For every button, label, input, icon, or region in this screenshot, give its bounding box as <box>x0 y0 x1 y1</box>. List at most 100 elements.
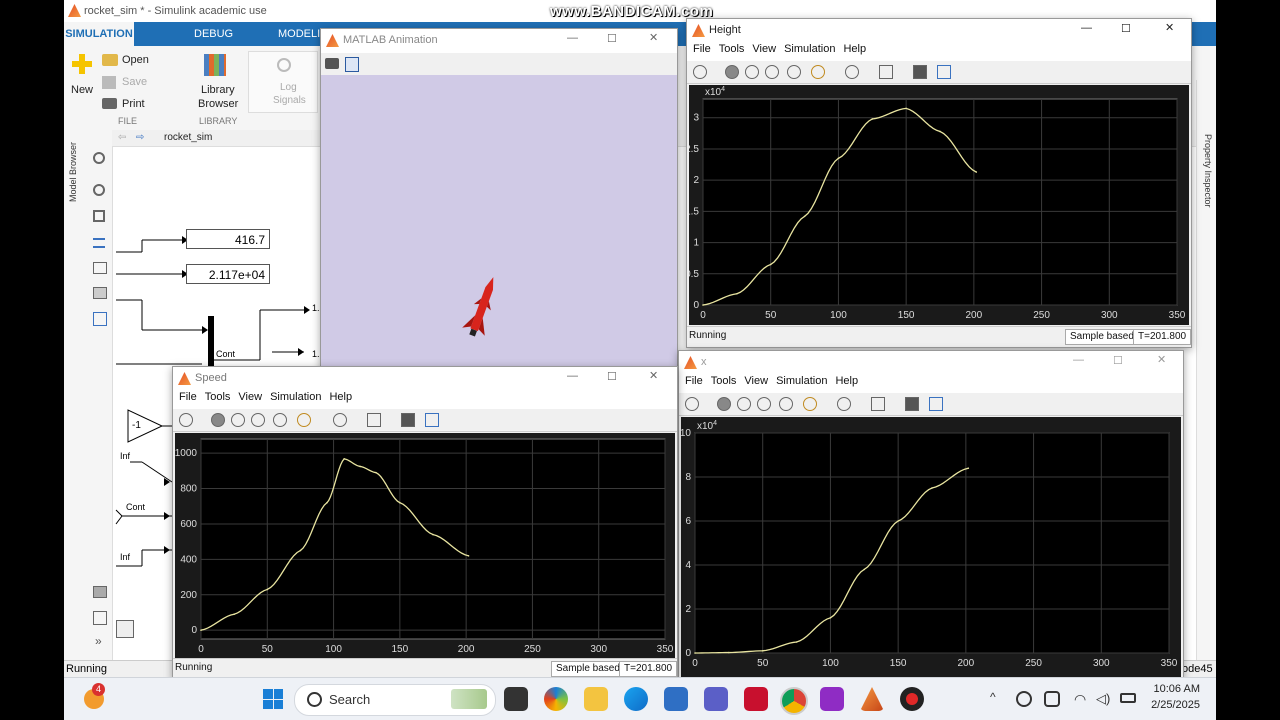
solver-label[interactable]: ode45 <box>1182 663 1213 675</box>
minimize-icon[interactable]: — <box>567 32 578 44</box>
image-icon[interactable] <box>93 287 107 299</box>
zoom-icon[interactable] <box>845 65 859 79</box>
annotation-icon[interactable] <box>93 262 107 274</box>
tab-simulation[interactable]: SIMULATION <box>64 22 134 46</box>
menu-simulation[interactable]: Simulation <box>784 43 835 55</box>
close-icon[interactable]: ✕ <box>649 369 658 382</box>
menu-file[interactable]: File <box>693 43 711 55</box>
back-arrow-icon[interactable]: ⇦ <box>118 132 126 143</box>
menu-view[interactable]: View <box>752 43 776 55</box>
highlight-icon[interactable] <box>297 413 311 427</box>
pause-icon[interactable] <box>737 397 751 411</box>
chrome-icon[interactable] <box>780 687 808 715</box>
measure-icon[interactable] <box>425 413 439 427</box>
copilot-icon[interactable] <box>544 687 568 711</box>
menu-tools[interactable]: Tools <box>711 375 737 387</box>
bandicam-icon[interactable] <box>900 687 924 711</box>
trigger-icon[interactable] <box>333 413 347 427</box>
close-icon[interactable]: ✕ <box>649 31 658 44</box>
breadcrumb[interactable]: rocket_sim <box>164 132 212 143</box>
minimize-icon[interactable]: — <box>1073 354 1084 366</box>
print-button[interactable]: Print <box>122 98 145 110</box>
store-icon[interactable] <box>664 687 688 711</box>
task-view-icon[interactable] <box>504 687 528 711</box>
new-icon[interactable] <box>72 54 92 74</box>
height-plot-area[interactable]: 0 50 100 150 200 250 300 350 0 0.5 1 1.5 2 2.5 3 x104 <box>689 85 1189 325</box>
open-button[interactable]: Open <box>122 54 149 66</box>
model-browser-tab[interactable]: Model Browser <box>68 136 80 202</box>
step-back-icon[interactable] <box>717 397 731 411</box>
menu-simulation[interactable]: Simulation <box>776 375 827 387</box>
clock-time[interactable]: 10:06 AM <box>1148 683 1200 695</box>
menu-file[interactable]: File <box>179 391 197 403</box>
maximize-icon[interactable]: ☐ <box>607 370 617 383</box>
fit-view-icon[interactable] <box>93 210 105 222</box>
menu-view[interactable]: View <box>744 375 768 387</box>
highlight-icon[interactable] <box>803 397 817 411</box>
forward-arrow-icon[interactable]: ⇨ <box>136 132 144 143</box>
file-explorer-icon[interactable] <box>584 687 608 711</box>
library-browser-icon[interactable] <box>204 54 226 76</box>
menu-simulation[interactable]: Simulation <box>270 391 321 403</box>
autoscale-icon[interactable] <box>871 397 885 411</box>
step-forward-icon[interactable] <box>765 65 779 79</box>
close-icon[interactable]: ✕ <box>1165 21 1174 34</box>
hide-show-icon[interactable] <box>93 152 105 164</box>
library-label-1[interactable]: Library <box>201 84 235 96</box>
mcafee-icon[interactable] <box>744 687 768 711</box>
property-inspector-tab[interactable]: Property Inspector <box>1201 134 1213 234</box>
measure-icon[interactable] <box>929 397 943 411</box>
menu-tools[interactable]: Tools <box>205 391 231 403</box>
maximize-icon[interactable]: ☐ <box>1113 354 1123 367</box>
edge-icon[interactable] <box>624 687 648 711</box>
display-block-height[interactable]: 2.117e+04 <box>186 264 270 284</box>
display-block-speed[interactable]: 416.7 <box>186 229 270 249</box>
autoscale-icon[interactable] <box>367 413 381 427</box>
close-icon[interactable]: ✕ <box>1157 353 1166 366</box>
zoom-icon[interactable] <box>93 184 105 196</box>
save-button[interactable]: Save <box>122 76 147 88</box>
stop-icon[interactable] <box>787 65 801 79</box>
expand-icon[interactable]: » <box>95 634 102 648</box>
menu-tools[interactable]: Tools <box>719 43 745 55</box>
teams-icon[interactable] <box>704 687 728 711</box>
tray-chevron-icon[interactable]: ^ <box>990 690 996 704</box>
sync-icon[interactable] <box>1016 691 1032 707</box>
measure-icon[interactable] <box>937 65 951 79</box>
cursor-icon[interactable] <box>905 397 919 411</box>
area-icon[interactable] <box>93 312 107 326</box>
new-button[interactable]: New <box>71 84 93 96</box>
screenshot-icon[interactable] <box>93 586 107 598</box>
menu-help[interactable]: Help <box>835 375 858 387</box>
settings-icon[interactable] <box>693 65 707 79</box>
pause-icon[interactable] <box>745 65 759 79</box>
minimize-icon[interactable]: — <box>567 370 578 382</box>
cursor-icon[interactable] <box>401 413 415 427</box>
pycharm-icon[interactable] <box>820 687 844 711</box>
step-forward-icon[interactable] <box>251 413 265 427</box>
print-icon[interactable] <box>102 98 117 109</box>
x-plot-area[interactable]: 0 50 100 150 200 250 300 350 0 2 4 6 8 10 x104 <box>681 417 1181 679</box>
save-icon[interactable] <box>102 76 116 89</box>
speed-plot-area[interactable]: 0 50 100 150 200 250 300 350 0 200 400 600 800 1000 <box>175 433 675 659</box>
zoom-icon[interactable] <box>837 397 851 411</box>
arrows-icon[interactable] <box>93 238 105 248</box>
windows-start-icon[interactable] <box>263 689 283 709</box>
step-back-icon[interactable] <box>725 65 739 79</box>
stop-icon[interactable] <box>779 397 793 411</box>
settings-icon[interactable] <box>685 397 699 411</box>
menu-help[interactable]: Help <box>329 391 352 403</box>
volume-icon[interactable]: ◁) <box>1096 691 1110 707</box>
library-label-2[interactable]: Browser <box>198 98 238 110</box>
clock-date[interactable]: 2/25/2025 <box>1140 699 1200 711</box>
autoscale-icon[interactable] <box>879 65 893 79</box>
print-icon[interactable] <box>325 58 339 69</box>
gain-block-label[interactable]: -1 <box>132 420 141 431</box>
step-back-icon[interactable] <box>211 413 225 427</box>
step-forward-icon[interactable] <box>757 397 771 411</box>
menu-help[interactable]: Help <box>843 43 866 55</box>
settings-icon[interactable] <box>179 413 193 427</box>
stop-icon[interactable] <box>273 413 287 427</box>
maximize-icon[interactable]: ☐ <box>607 32 617 45</box>
explorer-icon[interactable] <box>93 611 107 625</box>
